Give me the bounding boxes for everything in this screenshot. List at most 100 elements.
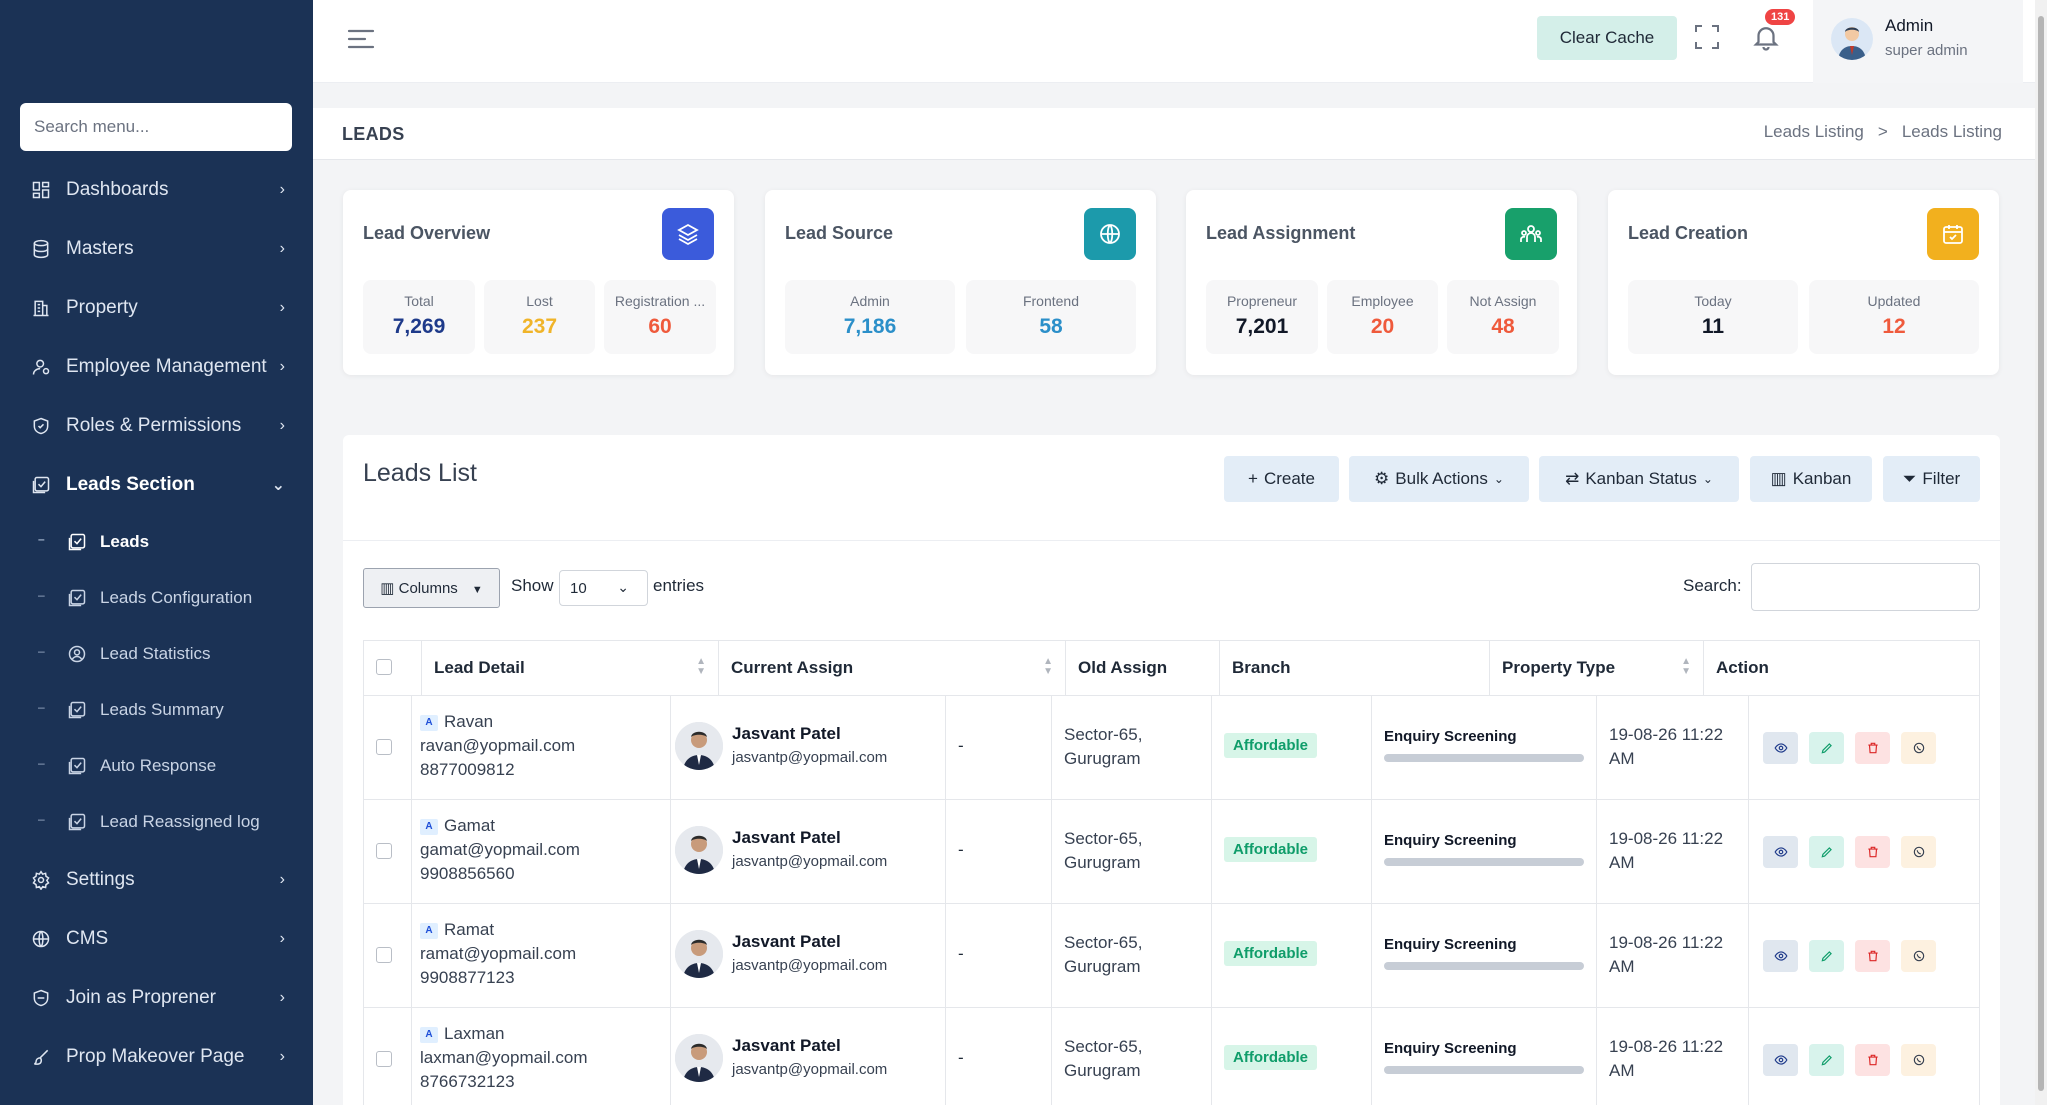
row-checkbox[interactable]: [376, 843, 392, 859]
delete-icon[interactable]: [1855, 836, 1890, 868]
old-assign-cell: -: [946, 800, 1052, 903]
sidebar-item-leads-section[interactable]: Leads Section ⌄: [0, 455, 313, 514]
delete-icon[interactable]: [1855, 732, 1890, 764]
col-property-type[interactable]: Property Type ▲ ▼: [1490, 641, 1704, 695]
checklist-icon: [66, 755, 88, 777]
sidebar-subitem-lead-statistics[interactable]: – Lead Statistics: [0, 626, 313, 682]
branch-line: Gurugram: [1064, 853, 1141, 872]
view-icon[interactable]: [1763, 836, 1798, 868]
sidebar-item-settings[interactable]: Settings ›: [0, 850, 313, 909]
kanban-button[interactable]: ▥ Kanban: [1750, 456, 1872, 502]
sidebar-subitem-leads[interactable]: – Leads: [0, 514, 313, 570]
clear-cache-button[interactable]: Clear Cache: [1537, 16, 1677, 60]
lead-name[interactable]: Laxman: [444, 1024, 504, 1043]
action-cell: [1749, 800, 1980, 903]
sidebar-subitem-label: Lead Statistics: [100, 644, 211, 663]
edit-icon[interactable]: [1809, 836, 1844, 868]
sidebar-item-prop-makeover-page[interactable]: Prop Makeover Page ›: [0, 1027, 313, 1086]
old-assign-value: -: [958, 736, 964, 755]
view-icon[interactable]: [1763, 940, 1798, 972]
sidebar-subitem-leads-configuration[interactable]: – Leads Configuration: [0, 570, 313, 626]
bulk-actions-button[interactable]: ⚙ Bulk Actions ⌄: [1349, 456, 1529, 502]
columns-button[interactable]: ▥ Columns ▼: [363, 568, 500, 608]
sidebar-subitem-leads-summary[interactable]: – Leads Summary: [0, 682, 313, 738]
assignee-email: jasvantp@yopmail.com: [732, 1061, 888, 1078]
filter-button[interactable]: ⏷ Filter: [1883, 456, 1980, 502]
kanban-status-button[interactable]: ⇄ Kanban Status ⌄: [1539, 456, 1739, 502]
entries-select[interactable]: 10 ⌄: [559, 570, 648, 606]
stat-value: 48: [1491, 315, 1515, 338]
sidebar-item-label: Settings: [66, 868, 135, 890]
plus-icon: +: [1248, 469, 1258, 488]
edit-icon[interactable]: [1809, 1044, 1844, 1076]
lead-name[interactable]: Ravan: [444, 712, 493, 731]
table-row[interactable]: A Ramat ramat@yopmail.com 9908877123 Jasv…: [363, 904, 1980, 1008]
lead-email: gamat@yopmail.com: [420, 840, 580, 859]
view-icon[interactable]: [1763, 732, 1798, 764]
sidebar-item-masters[interactable]: Masters ›: [0, 219, 313, 278]
lead-name[interactable]: Ramat: [444, 920, 494, 939]
sidebar-item-label: Join as Proprener: [66, 986, 216, 1008]
col-branch[interactable]: Branch: [1220, 641, 1490, 695]
lead-email: ravan@yopmail.com: [420, 736, 576, 755]
status-progress-bar: [1384, 754, 1584, 762]
view-icon[interactable]: [1763, 1044, 1798, 1076]
sidebar-item-label: Employee Management: [66, 355, 267, 377]
delete-icon[interactable]: [1855, 940, 1890, 972]
select-all-checkbox[interactable]: [376, 659, 392, 675]
page-scrollbar[interactable]: [2035, 0, 2047, 1105]
sidebar-item-cms[interactable]: CMS ›: [0, 909, 313, 968]
sidebar-item-join-as-proprener[interactable]: Join as Proprener ›: [0, 968, 313, 1027]
tree-dash: –: [38, 644, 45, 658]
assignee-email: jasvantp@yopmail.com: [732, 957, 888, 974]
show-label: Show: [511, 576, 554, 595]
status-progress-bar: [1384, 858, 1584, 866]
sidebar-subitem-label: Lead Reassigned log: [100, 812, 260, 831]
sidebar-item-label: Roles & Permissions: [66, 414, 242, 436]
row-select-cell: [364, 800, 412, 903]
property-type-cell: Affordable: [1212, 1008, 1372, 1105]
lead-name[interactable]: Gamat: [444, 816, 495, 835]
whatsapp-icon[interactable]: [1901, 940, 1936, 972]
table-row[interactable]: A Gamat gamat@yopmail.com 9908856560 Jasv…: [363, 800, 1980, 904]
col-old-assign[interactable]: Old Assign: [1066, 641, 1220, 695]
user-menu[interactable]: Admin super admin: [1813, 0, 2023, 83]
col-current-assign[interactable]: Current Assign ▲ ▼: [719, 641, 1066, 695]
date-value: 19-08-26 11:22 AM: [1609, 1035, 1723, 1083]
stat-value: 7,186: [843, 315, 897, 338]
row-checkbox[interactable]: [376, 739, 392, 755]
delete-icon[interactable]: [1855, 1044, 1890, 1076]
edit-icon[interactable]: [1809, 732, 1844, 764]
whatsapp-icon[interactable]: [1901, 732, 1936, 764]
fullscreen-icon[interactable]: [1694, 24, 1720, 50]
whatsapp-icon[interactable]: [1901, 836, 1936, 868]
globe-icon: [1084, 208, 1136, 260]
sidebar-item-roles-permissions[interactable]: Roles & Permissions ›: [0, 396, 313, 455]
sidebar-search-input[interactable]: [20, 103, 292, 151]
flow-icon: ⇄: [1565, 469, 1580, 488]
sidebar-item-employee-management[interactable]: Employee Management ›: [0, 337, 313, 396]
edit-icon[interactable]: [1809, 940, 1844, 972]
stat-label: Updated: [1867, 293, 1921, 309]
col-lead-detail[interactable]: Lead Detail ▲ ▼: [422, 641, 719, 695]
breadcrumb-item[interactable]: Leads Listing: [1764, 122, 1864, 142]
create-button[interactable]: + Create: [1224, 456, 1339, 502]
date-value: 19-08-26 11:22 AM: [1609, 931, 1723, 979]
property-type-badge: Affordable: [1224, 733, 1317, 758]
table-row[interactable]: A Laxman laxman@yopmail.com 8766732123 Ja…: [363, 1008, 1980, 1105]
sidebar-subitem-lead-reassigned-log[interactable]: – Lead Reassigned log: [0, 794, 313, 850]
whatsapp-icon[interactable]: [1901, 1044, 1936, 1076]
menu-toggle-icon[interactable]: [347, 27, 375, 51]
row-checkbox[interactable]: [376, 947, 392, 963]
bell-icon[interactable]: [1751, 22, 1781, 52]
sidebar-subitem-auto-response[interactable]: – Auto Response: [0, 738, 313, 794]
table-row[interactable]: A Ravan ravan@yopmail.com 8877009812 Jasv…: [363, 696, 1980, 800]
stat-value: 7,201: [1235, 315, 1289, 338]
property-type-badge: Affordable: [1224, 941, 1317, 966]
row-checkbox[interactable]: [376, 1051, 392, 1067]
filter-label: Filter: [1922, 469, 1961, 488]
scrollbar-thumb[interactable]: [2038, 16, 2044, 1091]
sidebar-item-property[interactable]: Property ›: [0, 278, 313, 337]
sidebar-item-dashboards[interactable]: Dashboards ›: [0, 160, 313, 219]
search-input[interactable]: [1751, 563, 1980, 611]
